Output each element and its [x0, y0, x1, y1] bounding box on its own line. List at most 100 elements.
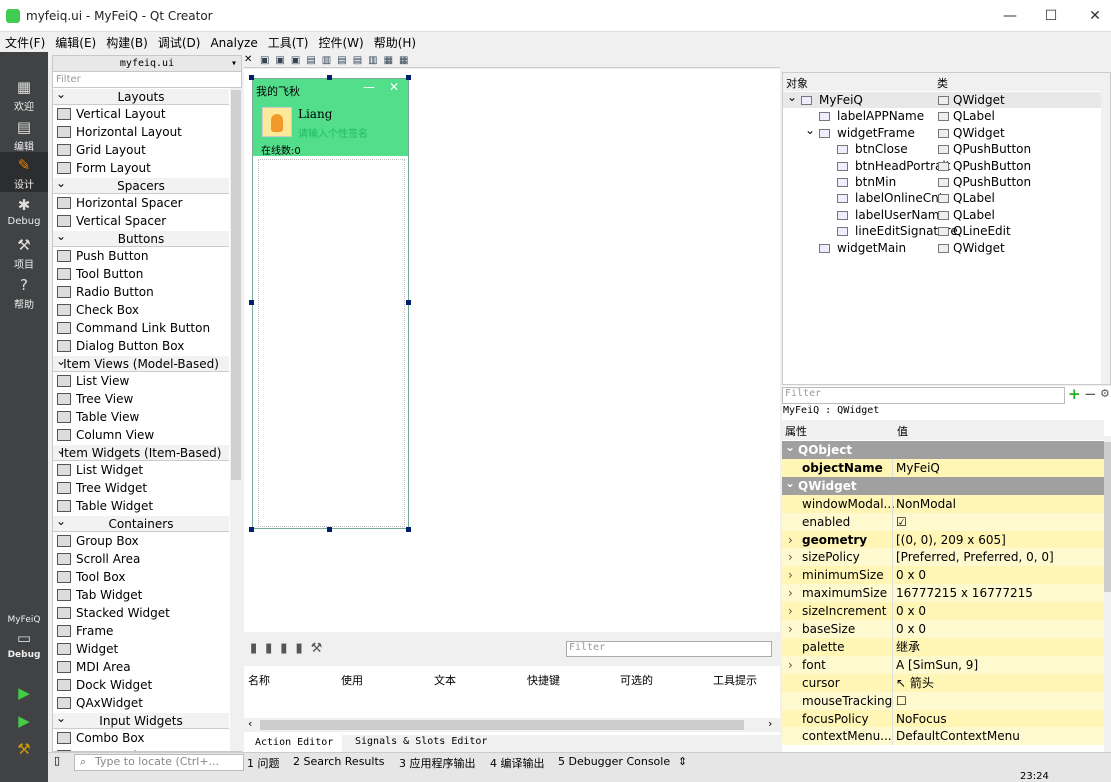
- tab-signals-slots[interactable]: Signals & Slots Editor: [355, 736, 487, 747]
- mode-edit[interactable]: ▤ 编辑: [0, 114, 48, 154]
- widget-item[interactable]: Dock Widget: [53, 676, 229, 694]
- expand-icon[interactable]: ›: [788, 620, 793, 638]
- output-pane-compile[interactable]: 4 编译输出: [490, 755, 545, 771]
- property-row[interactable]: enabled ☑: [782, 512, 1104, 531]
- output-pane-debugger[interactable]: 5 Debugger Console: [558, 755, 670, 768]
- mode-welcome[interactable]: ▦ 欢迎: [0, 74, 48, 114]
- expand-icon[interactable]: ⌄: [805, 122, 815, 138]
- widget-item[interactable]: List View: [53, 372, 229, 390]
- widget-item[interactable]: Vertical Layout: [53, 105, 229, 123]
- widget-item[interactable]: Font Combo Box: [53, 747, 229, 751]
- build-button[interactable]: ⚒: [0, 736, 48, 762]
- property-value[interactable]: [Preferred, Preferred, 0, 0]: [896, 548, 1054, 566]
- menu-item[interactable]: 编辑(E): [50, 32, 101, 53]
- property-row[interactable]: windowModal... NonModal: [782, 494, 1104, 513]
- output-pane-search[interactable]: 2 Search Results: [293, 755, 385, 768]
- expand-icon[interactable]: ›: [788, 602, 793, 620]
- widget-item[interactable]: Grid Layout: [53, 141, 229, 159]
- widget-item[interactable]: Widget: [53, 640, 229, 658]
- close-form-button[interactable]: ✕: [389, 80, 399, 94]
- locator-input[interactable]: Type to locate (Ctrl+...: [74, 754, 244, 771]
- property-value[interactable]: 继承: [896, 638, 920, 656]
- widget-item[interactable]: Check Box: [53, 301, 229, 319]
- mode-design[interactable]: ✎ 设计: [0, 152, 48, 192]
- property-value[interactable]: NonModal: [896, 495, 956, 513]
- widget-item[interactable]: Tree Widget: [53, 479, 229, 497]
- property-value[interactable]: ↖ 箭头: [896, 674, 934, 692]
- debug-run-button[interactable]: ▶: [0, 708, 48, 734]
- run-button[interactable]: ▶: [0, 680, 48, 706]
- mode-help[interactable]: ? 帮助: [0, 272, 48, 312]
- property-row[interactable]: › font A [SimSun, 9]: [782, 655, 1104, 674]
- property-row[interactable]: › sizeIncrement 0 x 0: [782, 602, 1104, 621]
- object-tree-row[interactable]: ⌄ MyFeiQ QWidget: [783, 89, 1101, 108]
- resize-handle[interactable]: [249, 75, 254, 80]
- widget-item[interactable]: Tool Box: [53, 568, 229, 586]
- property-row[interactable]: mouseTracking ☐: [782, 691, 1104, 710]
- property-row[interactable]: › maximumSize 16777215 x 16777215: [782, 584, 1104, 603]
- widget-item[interactable]: Combo Box: [53, 729, 229, 747]
- toggle-sidebar-icon[interactable]: ▯: [54, 754, 60, 767]
- widget-item[interactable]: Table Widget: [53, 497, 229, 515]
- object-tree-row[interactable]: labelUserName QLabel: [783, 207, 1101, 223]
- property-value[interactable]: MyFeiQ: [896, 459, 940, 477]
- remove-property-icon[interactable]: −: [1084, 385, 1097, 403]
- menu-item[interactable]: 帮助(H): [369, 32, 421, 53]
- object-tree-row[interactable]: btnHeadPortrait QPushButton: [783, 158, 1101, 174]
- expand-icon[interactable]: ⌄: [787, 89, 797, 105]
- tab-action-editor[interactable]: Action Editor: [244, 735, 342, 752]
- property-value[interactable]: [(0, 0), 209 x 605]: [896, 531, 1006, 549]
- widget-item[interactable]: Vertical Spacer: [53, 212, 229, 230]
- widget-category[interactable]: Spacers: [53, 175, 229, 194]
- menu-item[interactable]: 调试(D): [153, 32, 206, 53]
- property-value[interactable]: ☐: [896, 692, 907, 710]
- resize-handle[interactable]: [249, 527, 254, 532]
- widget-item[interactable]: List Widget: [53, 461, 229, 479]
- property-row[interactable]: › baseSize 0 x 0: [782, 620, 1104, 638]
- property-value[interactable]: 16777215 x 16777215: [896, 584, 1033, 602]
- output-pane-more-icon[interactable]: ⇕: [678, 755, 687, 768]
- widget-category[interactable]: Item Widgets (Item-Based): [53, 442, 229, 461]
- widget-item[interactable]: Tab Widget: [53, 586, 229, 604]
- object-tree-row[interactable]: btnClose QPushButton: [783, 141, 1101, 157]
- mode-debug[interactable]: ✱ Debug: [0, 192, 48, 232]
- close-document-icon[interactable]: ✕: [244, 54, 252, 65]
- menu-item[interactable]: 控件(W): [313, 32, 368, 53]
- action-filter-input[interactable]: Filter: [566, 641, 772, 657]
- form-preview[interactable]: 我的飞秋 — ✕ Liang 请输入个性签名 在线数:0: [252, 78, 409, 529]
- object-inspector-scrollbar[interactable]: [1101, 73, 1110, 384]
- property-value[interactable]: 0 x 0: [896, 620, 926, 638]
- resize-handle[interactable]: [406, 300, 411, 305]
- layout-tools-icons[interactable]: ▣▣▣▤▥▤▤▥▦▦: [260, 55, 414, 66]
- widget-category[interactable]: Input Widgets: [53, 710, 229, 729]
- resize-handle[interactable]: [406, 75, 411, 80]
- widgetbox-filter-input[interactable]: Filter: [53, 72, 241, 88]
- scroll-left-icon[interactable]: ‹: [248, 717, 252, 730]
- maximize-button[interactable]: ☐: [1028, 4, 1074, 28]
- menu-item[interactable]: Analyze: [205, 34, 262, 52]
- property-value[interactable]: NoFocus: [896, 710, 947, 728]
- property-value[interactable]: A [SimSun, 9]: [896, 656, 978, 674]
- open-document-selector[interactable]: myfeiq.ui ▾: [53, 56, 241, 72]
- widget-item[interactable]: Scroll Area: [53, 550, 229, 568]
- property-scrollbar[interactable]: [1104, 436, 1111, 752]
- widget-category[interactable]: Item Views (Model-Based): [53, 353, 229, 372]
- widget-item[interactable]: Tool Button: [53, 265, 229, 283]
- property-filter-input[interactable]: Filter: [782, 387, 1065, 404]
- menu-item[interactable]: 工具(T): [263, 32, 314, 53]
- object-tree-row[interactable]: ⌄ widgetFrame QWidget: [783, 122, 1101, 141]
- property-row[interactable]: › minimumSize 0 x 0: [782, 566, 1104, 585]
- widgetbox-scrollbar[interactable]: [230, 88, 242, 751]
- kit-selector[interactable]: MyFeiQ ▭ Debug: [0, 612, 48, 672]
- resize-handle[interactable]: [249, 300, 254, 305]
- scroll-right-icon[interactable]: ›: [768, 717, 772, 730]
- object-tree-row[interactable]: lineEditSignature QLineEdit: [783, 223, 1101, 239]
- expand-icon[interactable]: ›: [788, 656, 793, 674]
- property-row[interactable]: contextMenu... DefaultContextMenu: [782, 727, 1104, 746]
- widget-item[interactable]: Horizontal Spacer: [53, 194, 229, 212]
- property-value[interactable]: 0 x 0: [896, 602, 926, 620]
- widget-category[interactable]: Buttons: [53, 228, 229, 247]
- property-value[interactable]: DefaultContextMenu: [896, 727, 1020, 745]
- close-button[interactable]: ✕: [1072, 4, 1111, 28]
- minimize-button[interactable]: —: [987, 4, 1033, 28]
